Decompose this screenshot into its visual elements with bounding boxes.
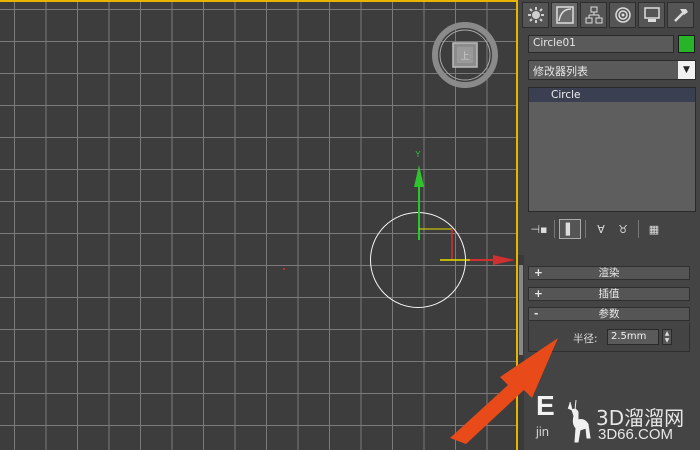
rollout-collapse-sign: - xyxy=(534,308,539,320)
watermark-url: 3D66.COM xyxy=(598,426,674,443)
create-shapes-icon xyxy=(555,6,574,24)
object-name-field[interactable]: Circle01 xyxy=(528,35,674,53)
utilities-tab[interactable] xyxy=(667,2,694,28)
object-color-swatch[interactable] xyxy=(678,35,695,53)
sun-gear-icon xyxy=(527,7,544,23)
hierarchy-icon xyxy=(585,6,602,24)
chevron-down-icon[interactable]: ▼ xyxy=(678,61,695,79)
pin-stack-icon[interactable]: ⊣▪ xyxy=(528,219,550,239)
modifier-list-dropdown[interactable]: 修改器列表 ▼ xyxy=(528,60,696,80)
annotation-arrow xyxy=(450,338,558,444)
create-tab[interactable] xyxy=(522,2,549,28)
y-axis-label: Y xyxy=(415,150,421,159)
show-end-result-icon[interactable]: ▌ xyxy=(559,219,581,239)
divider xyxy=(554,220,555,238)
stack-item-circle[interactable]: Circle xyxy=(529,88,695,102)
circle-shape[interactable] xyxy=(370,212,466,308)
divider xyxy=(638,220,639,238)
hierarchy-tab[interactable] xyxy=(580,2,607,28)
motion-tab[interactable] xyxy=(609,2,636,28)
rollout-expand-sign: + xyxy=(534,288,543,300)
rollout-rendering[interactable]: + 渲染 xyxy=(528,266,690,280)
rollout-expand-sign: + xyxy=(534,267,543,279)
stack-toolbar: ⊣▪ ▌ ∀ ♉ ▦ xyxy=(528,218,696,240)
radius-spinner[interactable]: ▲ ▼ xyxy=(662,329,672,345)
radius-input[interactable]: 2.5mm xyxy=(607,329,659,345)
rollout-title: 渲染 xyxy=(598,267,620,279)
rollout-title: 插值 xyxy=(598,288,620,300)
radius-label: 半径: xyxy=(573,333,598,345)
display-icon xyxy=(643,7,660,22)
pivot-dot xyxy=(283,268,285,270)
svg-text:上: 上 xyxy=(460,51,469,62)
utilities-hammer-icon xyxy=(673,9,688,22)
display-tab[interactable] xyxy=(638,2,665,28)
viewport-active-border xyxy=(0,0,518,2)
make-unique-icon[interactable]: ∀ xyxy=(590,219,612,239)
rollout-title: 参数 xyxy=(598,308,620,320)
viewcube-icon[interactable]: 上 xyxy=(430,20,500,90)
configure-sets-icon[interactable]: ▦ xyxy=(643,219,665,239)
modifier-list-label: 修改器列表 xyxy=(533,65,588,78)
modifier-stack[interactable]: Circle xyxy=(528,87,696,212)
rollout-interpolation[interactable]: + 插值 xyxy=(528,287,690,301)
rollout-parameters[interactable]: - 参数 xyxy=(528,307,690,321)
command-panel-tabs xyxy=(522,2,698,30)
remove-modifier-icon[interactable]: ♉ xyxy=(612,219,634,239)
modify-tab[interactable] xyxy=(551,2,578,28)
motion-icon xyxy=(614,7,631,23)
divider xyxy=(585,220,586,238)
